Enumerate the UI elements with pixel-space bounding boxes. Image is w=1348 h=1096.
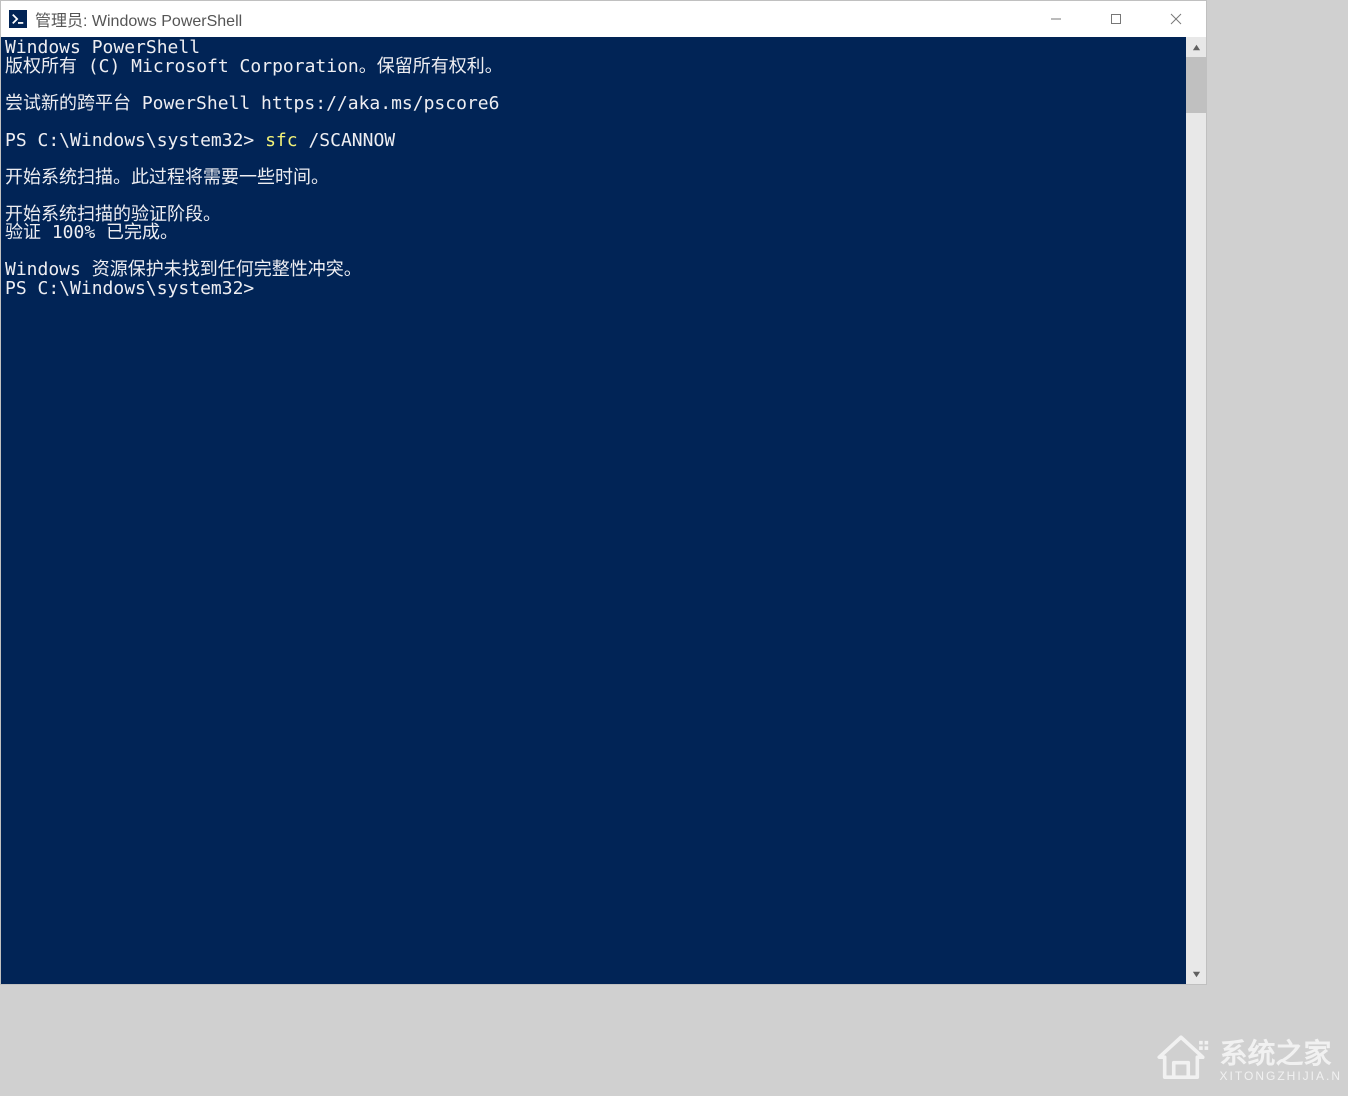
prompt-text: PS C:\Windows\system32> [5, 278, 254, 299]
powershell-window: 管理员: Windows PowerShell Windows PowerShe… [0, 0, 1207, 985]
titlebar[interactable]: 管理员: Windows PowerShell [1, 1, 1206, 37]
command-text: sfc [265, 130, 308, 151]
console-output[interactable]: Windows PowerShell 版权所有 (C) Microsoft Co… [1, 37, 1186, 984]
vertical-scrollbar[interactable] [1186, 37, 1206, 984]
output-line: 验证 100% 已完成。 [5, 222, 178, 243]
scroll-down-button[interactable] [1186, 964, 1206, 984]
prompt-text: PS C:\Windows\system32> [5, 130, 265, 151]
powershell-icon [9, 10, 27, 28]
close-button[interactable] [1146, 1, 1206, 37]
maximize-button[interactable] [1086, 1, 1146, 37]
scroll-thumb[interactable] [1186, 57, 1206, 113]
watermark-text: 系统之家 XITONGZHIJIA.N [1220, 1040, 1342, 1082]
window-controls [1026, 1, 1206, 37]
console-area: Windows PowerShell 版权所有 (C) Microsoft Co… [1, 37, 1206, 984]
watermark-main: 系统之家 [1220, 1040, 1342, 1068]
house-icon [1152, 1030, 1210, 1093]
output-line: 尝试新的跨平台 PowerShell https://aka.ms/pscore… [5, 93, 499, 114]
command-arg: /SCANNOW [308, 130, 395, 151]
output-line: 开始系统扫描。此过程将需要一些时间。 [5, 167, 329, 188]
scroll-up-button[interactable] [1186, 37, 1206, 57]
watermark-sub: XITONGZHIJIA.N [1220, 1070, 1342, 1082]
output-line: 版权所有 (C) Microsoft Corporation。保留所有权利。 [5, 56, 503, 77]
watermark: 系统之家 XITONGZHIJIA.N [1048, 1026, 1348, 1096]
minimize-button[interactable] [1026, 1, 1086, 37]
window-title: 管理员: Windows PowerShell [35, 7, 1026, 31]
